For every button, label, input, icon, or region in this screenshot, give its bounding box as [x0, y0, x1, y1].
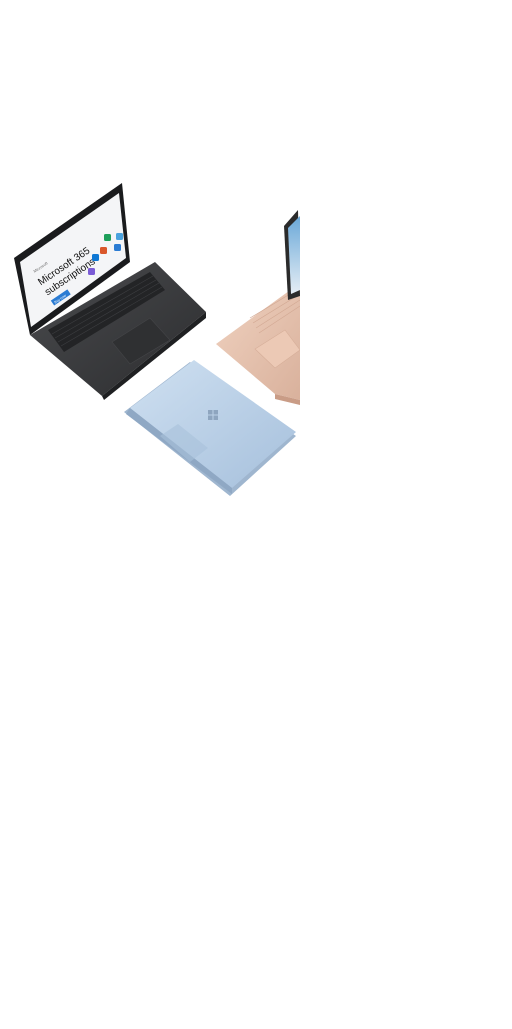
word-icon [114, 244, 121, 251]
sandstone-laptop [216, 210, 300, 405]
outlook-icon [92, 254, 99, 261]
teams-icon [88, 268, 95, 275]
surface-laptops-illustration: Microsoft Microsoft 365 subscriptions Bu… [14, 183, 300, 496]
excel-icon [104, 234, 111, 241]
powerpoint-icon [100, 247, 107, 254]
onedrive-icon [116, 233, 123, 240]
black-laptop: Microsoft Microsoft 365 subscriptions Bu… [14, 183, 206, 400]
product-hero-image: Microsoft Microsoft 365 subscriptions Bu… [0, 0, 512, 1024]
